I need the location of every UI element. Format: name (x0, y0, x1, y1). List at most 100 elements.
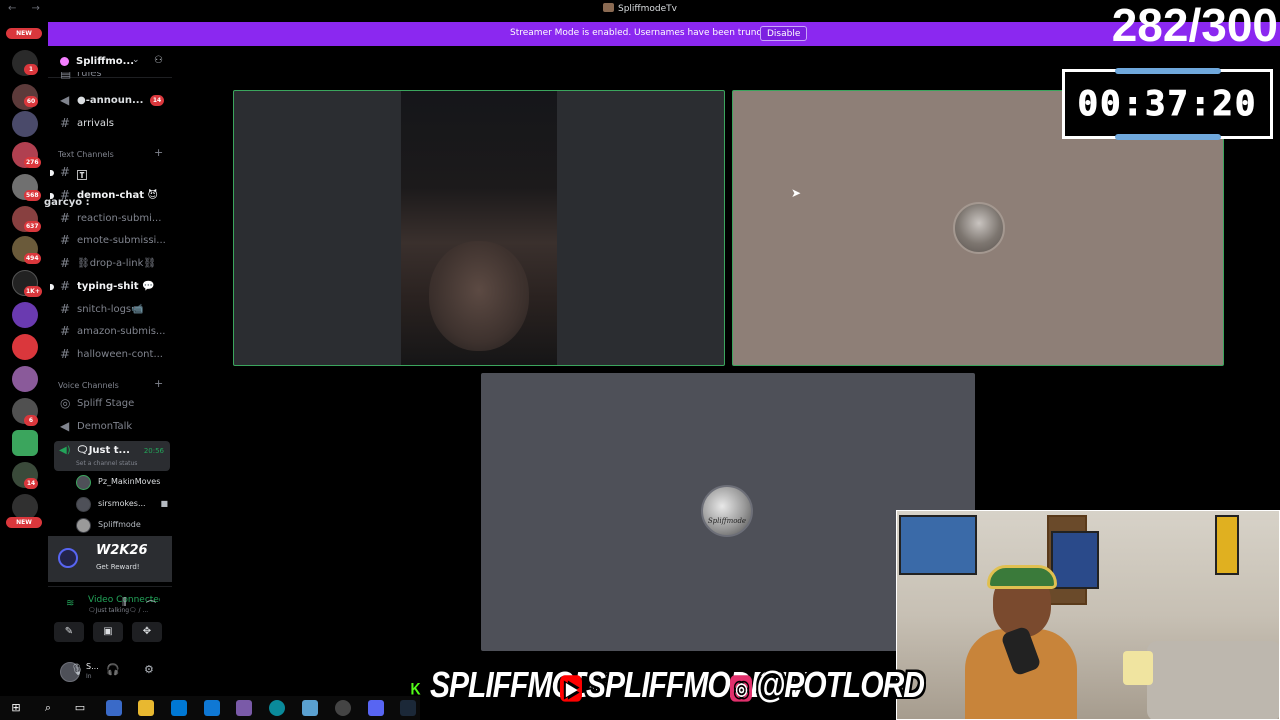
obs-icon[interactable] (335, 700, 351, 716)
channel-label: rules (77, 72, 102, 79)
category-text-channels[interactable]: Text Channels (58, 150, 114, 159)
hash-icon: # (60, 116, 71, 130)
channel-typing[interactable]: # typing-shit 💬 (50, 277, 168, 297)
server-badge: 494 (24, 253, 41, 264)
voice-user[interactable]: Pz_MakinMoves (76, 474, 170, 492)
discord-icon[interactable] (368, 700, 384, 716)
voice-connection-panel: ≋ Video Connected 🗨Just talking🗨 / ... ⫼… (48, 586, 172, 658)
server-list: NEW 1 60 276 568 637 494 1K+ 6 14 NEW (0, 22, 48, 690)
camera-feed (401, 91, 557, 365)
store-icon[interactable] (204, 700, 220, 716)
stream-timer: 00:37:20 (1062, 68, 1273, 140)
active-voice-channel[interactable]: ◀) 🗨Just t... 20:56 Set a channel status (54, 441, 170, 471)
outlook-icon[interactable] (171, 700, 187, 716)
disable-button[interactable]: Disable (760, 26, 808, 41)
wall-banner (1215, 515, 1239, 575)
chevron-down-icon[interactable]: ⌄ (132, 55, 140, 65)
windows-start-icon[interactable]: ⊞ (8, 700, 24, 716)
participant-avatar: Spliffmode (701, 485, 753, 537)
channel-status-prompt[interactable]: Set a channel status (76, 460, 137, 467)
instagram-handle: ◎ @POTLORD (730, 658, 925, 713)
server-badge: 1K+ (24, 286, 42, 297)
windows-taskbar: ⊞ ⌕ ▭ (0, 696, 420, 720)
server-badge: 60 (24, 96, 38, 107)
avatar (76, 497, 91, 512)
activities-button[interactable]: ✥ (132, 622, 162, 642)
channel-halloween-contest[interactable]: # halloween-cont... (54, 345, 168, 365)
category-voice-channels[interactable]: Voice Channels (58, 381, 119, 390)
headphones-icon[interactable]: 🎧 (106, 663, 120, 676)
channel-amazon-submissions[interactable]: # amazon-submis... (54, 322, 168, 342)
channel-label: emote-submissi... (77, 235, 166, 246)
server-icon[interactable] (12, 366, 38, 392)
server-icon[interactable] (12, 302, 38, 328)
new-pill: NEW (6, 28, 42, 39)
timer-bar-bottom (1115, 134, 1221, 140)
search-icon[interactable]: ⌕ (40, 700, 56, 716)
server-badge: 637 (24, 221, 41, 232)
channel-snitch-logs[interactable]: # snitch-logs📹 (54, 300, 168, 320)
steam-icon[interactable] (400, 700, 416, 716)
channel-spliff-stage[interactable]: ◎ Spliff Stage (54, 394, 168, 414)
banner-text: Streamer Mode is enabled. Usernames have… (510, 28, 785, 38)
channel-reaction-submissions[interactable]: # reaction-submi... (54, 209, 168, 229)
hash-icon: # (60, 302, 71, 316)
edge-icon[interactable] (269, 700, 285, 716)
copilot-icon[interactable] (106, 700, 122, 716)
app-icon[interactable] (302, 700, 318, 716)
counter-value: 282/300 (1111, 0, 1278, 51)
hash-icon: # (60, 233, 71, 247)
add-channel-icon[interactable]: + (154, 377, 163, 390)
handle-text: @POTLORD (756, 665, 925, 706)
add-channel-icon[interactable]: + (154, 146, 163, 159)
hash-icon: # (60, 279, 71, 293)
voice-connected-subtitle[interactable]: 🗨Just talking🗨 / ... (88, 607, 148, 614)
disconnect-icon[interactable]: ⌒ (146, 597, 156, 612)
channel-t[interactable]: # 🅃 (50, 163, 168, 183)
channel-arrivals[interactable]: # arrivals (54, 114, 168, 134)
file-explorer-icon[interactable] (138, 700, 154, 716)
avatar-label: Spliffmode (707, 517, 747, 525)
app-icon[interactable] (236, 700, 252, 716)
hash-icon: # (60, 211, 71, 225)
couch (1147, 641, 1279, 719)
speaker-icon: ◀ (60, 419, 70, 433)
channel-demontalk[interactable]: ◀ DemonTalk (54, 417, 168, 437)
screen-share-button[interactable]: ▣ (93, 622, 123, 642)
channel-label: amazon-submis... (77, 326, 166, 337)
server-icon[interactable] (12, 334, 38, 360)
voice-user[interactable]: sirsmokes... ■ (76, 496, 170, 514)
channel-rules[interactable]: ▤ rules (54, 72, 168, 84)
voice-user-name: Pz_MakinMoves (98, 477, 161, 486)
server-icon[interactable] (12, 111, 38, 137)
reward-card[interactable]: W2K26 Get Reward! (48, 536, 172, 582)
gear-icon[interactable]: ⚙ (144, 663, 154, 676)
speaker-icon: ◀) (59, 445, 71, 456)
instagram-icon: ◎ (730, 675, 752, 702)
hash-icon: ▤ (60, 72, 72, 80)
task-view-icon[interactable]: ▭ (72, 700, 88, 716)
channel-label: ⛓drop-a-link⛓ (77, 258, 157, 269)
noise-suppression-icon[interactable]: ⫼ (122, 597, 127, 608)
camera-off-button[interactable]: ✎ (54, 622, 84, 642)
channel-label: snitch-logs📹 (77, 304, 144, 315)
channel-label: ●-announ... (77, 95, 144, 106)
signal-icon[interactable]: ≋ (66, 598, 74, 609)
channel-emote-submissions[interactable]: # emote-submissi... (54, 231, 168, 251)
server-badge: 276 (24, 157, 41, 168)
kick-server-icon[interactable] (12, 430, 38, 456)
avatar (76, 518, 91, 533)
channel-label: halloween-cont... (77, 349, 163, 360)
hat (987, 565, 1057, 589)
channel-announcements[interactable]: ◀ ●-announ... 14 (54, 91, 168, 111)
timer-value: 00:37:20 (1077, 84, 1258, 125)
channel-drop-a-link[interactable]: # ⛓drop-a-link⛓ (54, 254, 168, 274)
voice-user[interactable]: Spliffmode (76, 517, 170, 535)
video-tile-1[interactable] (233, 90, 725, 366)
add-user-icon[interactable]: ⚇ (154, 55, 163, 66)
get-reward-link[interactable]: Get Reward! (96, 563, 140, 571)
channel-label: Spliff Stage (77, 398, 135, 409)
mic-icon[interactable]: 🎙 (70, 663, 84, 676)
youtube-icon: ▶ (560, 675, 582, 702)
pillow (1123, 651, 1153, 685)
